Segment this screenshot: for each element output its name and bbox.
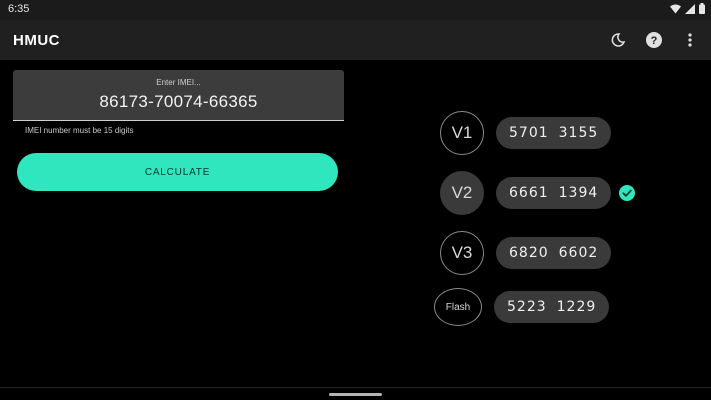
version-v1-button[interactable]: V1 xyxy=(440,111,484,155)
dark-mode-icon xyxy=(611,33,626,47)
version-flash-button[interactable]: Flash xyxy=(434,288,482,326)
imei-input-value[interactable]: 86173-70074-66365 xyxy=(13,92,344,112)
signal-icon xyxy=(685,3,695,14)
code-pill-v2[interactable]: 6661 1394 xyxy=(496,177,612,209)
bottom-divider xyxy=(0,387,711,388)
imei-input[interactable]: Enter IMEI... 86173-70074-66365 xyxy=(13,70,344,121)
version-v3-button[interactable]: V3 xyxy=(440,231,484,275)
code-v2-part1: 6661 xyxy=(509,185,549,201)
code-pill-flash[interactable]: 5223 1229 xyxy=(494,291,610,323)
help-button[interactable]: ? xyxy=(643,29,665,51)
app-title: HMUC xyxy=(13,32,60,49)
code-flash-part1: 5223 xyxy=(507,299,547,315)
svg-text:?: ? xyxy=(651,35,658,47)
code-pill-v3[interactable]: 6820 6602 xyxy=(496,237,612,269)
code-row-v2: V2 6661 1394 xyxy=(434,171,636,215)
help-icon: ? xyxy=(646,32,662,48)
calculate-button[interactable]: CALCULATE xyxy=(17,153,338,191)
imei-helper-text: IMEI number must be 15 digits xyxy=(25,126,134,135)
check-circle-icon xyxy=(619,185,636,201)
code-row-v1: V1 5701 3155 xyxy=(434,111,612,155)
code-v1-part2: 3155 xyxy=(558,125,599,141)
code-v3-part2: 6602 xyxy=(558,245,599,261)
code-row-v3: V3 6820 6602 xyxy=(434,231,612,275)
code-v1-part1: 5701 xyxy=(509,125,549,141)
code-row-flash: Flash 5223 1229 xyxy=(434,288,610,326)
battery-icon xyxy=(699,3,705,14)
code-pill-v1[interactable]: 5701 3155 xyxy=(496,117,612,149)
more-options-button[interactable] xyxy=(679,29,701,51)
code-v3-part1: 6820 xyxy=(509,245,549,261)
status-time: 6:35 xyxy=(8,3,30,15)
status-icons xyxy=(670,3,705,14)
status-bar: 6:35 xyxy=(0,0,711,20)
appbar-actions: ? xyxy=(607,29,701,51)
version-v2-button[interactable]: V2 xyxy=(440,171,484,215)
more-icon xyxy=(688,33,692,47)
wifi-icon xyxy=(670,4,681,13)
code-v2-part2: 1394 xyxy=(558,185,599,201)
navigation-handle[interactable] xyxy=(329,393,382,396)
code-flash-part2: 1229 xyxy=(556,299,597,315)
app-bar: HMUC ? xyxy=(0,20,711,60)
dark-mode-button[interactable] xyxy=(607,29,629,51)
imei-input-label: Enter IMEI... xyxy=(156,78,201,87)
